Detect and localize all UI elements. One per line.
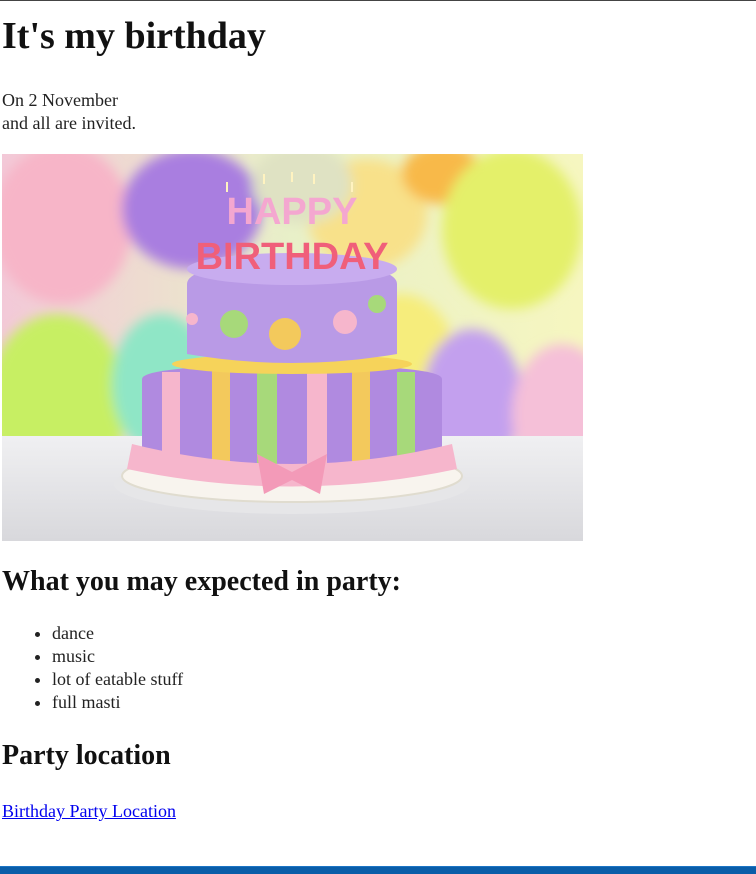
- list-item: dance: [52, 622, 752, 645]
- list-item: lot of eatable stuff: [52, 668, 752, 691]
- intro-text: On 2 November and all are invited.: [2, 89, 752, 135]
- party-location-link[interactable]: Birthday Party Location: [2, 801, 176, 822]
- expect-list: dance music lot of eatable stuff full ma…: [2, 622, 752, 714]
- intro-line-invite: and all are invited.: [2, 113, 136, 133]
- list-item: full masti: [52, 691, 752, 714]
- expect-heading: What you may expected in party:: [2, 566, 401, 597]
- cake-topper-line2: BIRTHDAY: [196, 236, 389, 278]
- page-content: It's my birthday On 2 November and all a…: [2, 0, 752, 822]
- intro-line-date: On 2 November: [2, 90, 118, 110]
- birthday-cake-image: HAPPY BIRTHDAY: [2, 154, 583, 541]
- page-title: It's my birthday: [2, 15, 266, 57]
- list-item: music: [52, 645, 752, 668]
- location-heading: Party location: [2, 740, 171, 771]
- cake-topper-line1: HAPPY: [227, 191, 358, 233]
